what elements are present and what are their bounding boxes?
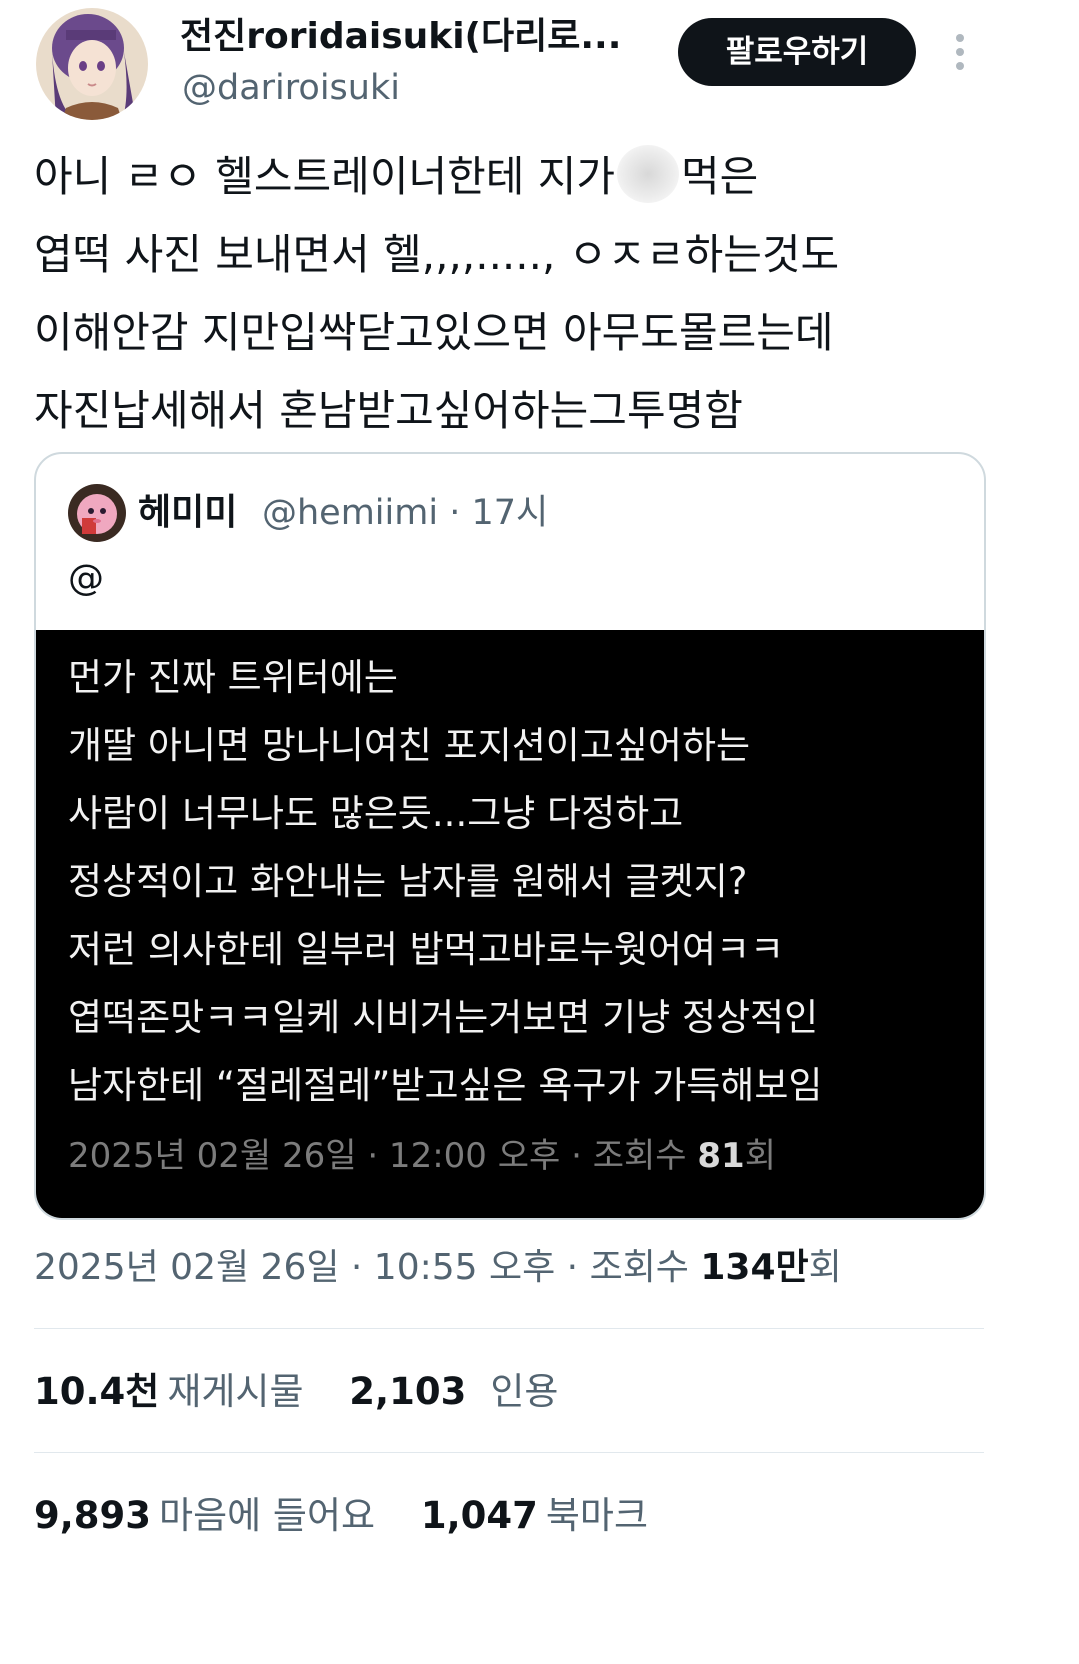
- author-avatar[interactable]: [36, 8, 148, 120]
- likes-count: 9,893: [34, 1494, 152, 1537]
- tweet-line: 엽떡 사진 보내면서 헬,,,,....., ㅇㅈㄹ하는것도: [34, 230, 840, 279]
- quote-author-name[interactable]: 헤미미: [138, 490, 237, 536]
- retweets-label: 재게시물: [167, 1370, 304, 1413]
- quote-author-avatar[interactable]: [68, 484, 126, 542]
- view-count-unit: 회: [808, 1247, 842, 1288]
- tweet-line-part: 먹은: [681, 152, 759, 201]
- tweet-line-part: 아니 ㄹㅇ 헬스트레이너한테 지가: [34, 152, 616, 201]
- tweet-meta: 2025년 02월 26일 · 10:55 오후 · 조회수 134만회: [34, 1238, 842, 1298]
- retweets-stat[interactable]: 10.4천 재게시물: [34, 1362, 304, 1422]
- quote-image-text: 먼가 진짜 트위터에는 개딸 아니면 망나니여친 포지션이고싶어하는 사람이 너…: [68, 644, 968, 1120]
- author-handle[interactable]: @dariroisuki: [182, 66, 400, 110]
- image-text-line: 개딸 아니면 망나니여친 포지션이고싶어하는: [68, 724, 751, 767]
- more-options-icon[interactable]: [940, 30, 980, 74]
- image-meta-text: 2025년 02월 26일 · 12:00 오후 · 조회수: [68, 1136, 698, 1176]
- bookmarks-count: 1,047: [420, 1494, 538, 1537]
- quote-image-meta: 2025년 02월 26일 · 12:00 오후 · 조회수 81회: [68, 1126, 776, 1186]
- divider: [34, 1452, 984, 1453]
- tweet-timestamp[interactable]: 2025년 02월 26일 · 10:55 오후 · 조회수: [34, 1247, 700, 1288]
- bookmarks-stat[interactable]: 1,047 북마크: [421, 1486, 648, 1546]
- follow-button[interactable]: 팔로우하기: [678, 18, 916, 86]
- quote-screenshot-image[interactable]: 먼가 진짜 트위터에는 개딸 아니면 망나니여친 포지션이고싶어하는 사람이 너…: [36, 630, 984, 1218]
- divider: [34, 1328, 984, 1329]
- tweet-line: 이해안감 지만입싹닫고있으면 아무도몰르는데: [34, 308, 834, 357]
- tweet-line: 아니 ㄹㅇ 헬스트레이너한테 지가 먹은: [34, 138, 1044, 216]
- image-text-line: 정상적이고 화안내는 남자를 원해서 글켓지?: [68, 860, 748, 903]
- bookmarks-label: 북마크: [545, 1494, 648, 1537]
- quoted-tweet[interactable]: 헤미미 @hemiimi · 17시 @ 먼가 진짜 트위터에는 개딸 아니면 …: [34, 452, 986, 1220]
- image-meta-unit: 회: [744, 1136, 776, 1176]
- image-view-count: 81: [697, 1136, 745, 1176]
- image-text-line: 엽떡존맛ㅋㅋ일케 시비거는거보면 기냥 정상적인: [68, 996, 819, 1039]
- quotes-stat[interactable]: 2,103 인용: [349, 1362, 558, 1422]
- retweets-count: 10.4천: [34, 1370, 160, 1413]
- image-text-line: 남자한테 “절레절레”받고싶은 욕구가 가득해보임: [68, 1064, 823, 1107]
- image-text-line: 저런 의사한테 일부러 밥먹고바로누웟어여ㅋㅋ: [68, 928, 785, 971]
- tweet-header: 전진roridaisuki(다리로... @dariroisuki 팔로우하기: [0, 0, 1079, 130]
- quotes-label: 인용: [490, 1370, 559, 1413]
- tweet-text: 아니 ㄹㅇ 헬스트레이너한테 지가 먹은 엽떡 사진 보내면서 헬,,,,....…: [34, 138, 1044, 450]
- stats-row-2: 9,893 마음에 들어요 1,047 북마크: [34, 1486, 648, 1546]
- quote-author-handle[interactable]: @hemiimi · 17시: [262, 490, 548, 536]
- image-text-line: 사람이 너무나도 많은듯...그냥 다정하고: [68, 792, 684, 835]
- image-text-line: 먼가 진짜 트위터에는: [68, 656, 398, 699]
- author-display-name[interactable]: 전진roridaisuki(다리로...: [180, 14, 660, 60]
- blurred-emoji: [617, 145, 680, 203]
- likes-label: 마음에 들어요: [159, 1494, 376, 1537]
- quote-text: @: [68, 558, 104, 599]
- tweet-line: 자진납세해서 혼남받고싶어하는그투명함: [34, 386, 743, 435]
- stats-row-1: 10.4천 재게시물 2,103 인용: [34, 1362, 558, 1422]
- likes-stat[interactable]: 9,893 마음에 들어요: [34, 1486, 375, 1546]
- quotes-count: 2,103: [349, 1370, 467, 1413]
- view-count: 134만: [700, 1247, 809, 1288]
